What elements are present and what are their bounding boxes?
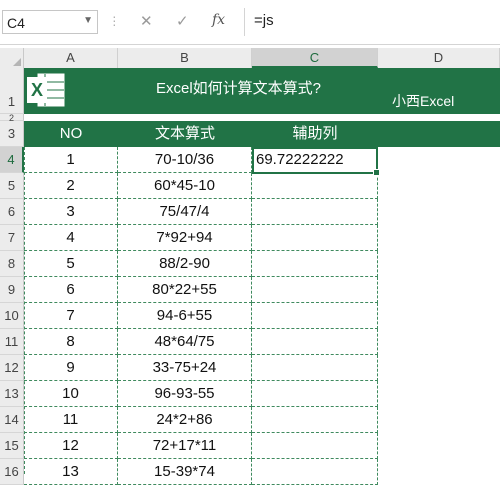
spacer-row: [24, 114, 500, 121]
drag-handle-icon[interactable]: · · ·: [112, 9, 118, 31]
column-header-a[interactable]: A: [24, 48, 118, 68]
name-box[interactable]: C4 ▼: [2, 10, 98, 34]
row-header-15[interactable]: 15: [0, 433, 24, 459]
table-cell-no[interactable]: 9: [24, 355, 118, 381]
row-header-1[interactable]: 1: [0, 68, 24, 114]
row-header-5[interactable]: 5: [0, 173, 24, 199]
table-cell-expr[interactable]: 72+17*11: [118, 433, 252, 459]
table-cell-helper[interactable]: [252, 381, 378, 407]
row-header-6[interactable]: 6: [0, 199, 24, 225]
row-header-14[interactable]: 14: [0, 407, 24, 433]
table-cell-no[interactable]: 5: [24, 251, 118, 277]
table-cell-expr[interactable]: 48*64/75: [118, 329, 252, 355]
table-cell-helper[interactable]: [252, 329, 378, 355]
row-header-11[interactable]: 11: [0, 329, 24, 355]
table-cell-helper[interactable]: [252, 303, 378, 329]
table-cell-expr[interactable]: 15-39*74: [118, 459, 252, 485]
table-cell-no[interactable]: 1: [24, 147, 118, 173]
table-cell-helper[interactable]: [252, 459, 378, 485]
table-cell-no[interactable]: 12: [24, 433, 118, 459]
table-cell-no[interactable]: 13: [24, 459, 118, 485]
table-cell-no[interactable]: 11: [24, 407, 118, 433]
close-icon[interactable]: ✕: [140, 12, 153, 30]
row-header-9[interactable]: 9: [0, 277, 24, 303]
formula-bar-divider: [244, 8, 245, 36]
header-text-formula[interactable]: 文本算式: [118, 121, 252, 147]
table-cell-no[interactable]: 3: [24, 199, 118, 225]
row-header-12[interactable]: 12: [0, 355, 24, 381]
row-header-8[interactable]: 8: [0, 251, 24, 277]
table-cell-expr[interactable]: 96-93-55: [118, 381, 252, 407]
table-cell-expr[interactable]: 60*45-10: [118, 173, 252, 199]
table-cell-expr[interactable]: 75/47/4: [118, 199, 252, 225]
check-icon[interactable]: ✓: [176, 12, 189, 30]
column-header-d[interactable]: D: [378, 48, 500, 68]
header-helper-column[interactable]: 辅助列: [252, 121, 378, 147]
table-left-border: [24, 147, 25, 474]
column-header-b[interactable]: B: [118, 48, 252, 68]
table-cell-no[interactable]: 6: [24, 277, 118, 303]
formula-bar: C4 ▼ · · · ✕ ✓ fx =js: [0, 0, 500, 45]
table-cell-expr[interactable]: 24*2+86: [118, 407, 252, 433]
table-cell-helper[interactable]: [252, 277, 378, 303]
table-cell-helper[interactable]: [252, 173, 378, 199]
row-header-2[interactable]: 2: [0, 114, 24, 123]
name-box-value: C4: [7, 15, 25, 31]
table-cell-expr[interactable]: 33-75+24: [118, 355, 252, 381]
formula-input[interactable]: =js: [254, 12, 274, 29]
table-cell-expr[interactable]: 88/2-90: [118, 251, 252, 277]
table-cell-helper[interactable]: [252, 251, 378, 277]
column-header-c[interactable]: C: [252, 48, 378, 68]
table-cell-expr[interactable]: 70-10/36: [118, 147, 252, 173]
table-cell-expr[interactable]: 7*92+94: [118, 225, 252, 251]
table-cell-helper[interactable]: [252, 225, 378, 251]
row-header-10[interactable]: 10: [0, 303, 24, 329]
row-header-7[interactable]: 7: [0, 225, 24, 251]
header-no[interactable]: NO: [24, 121, 118, 147]
table-cell-no[interactable]: 2: [24, 173, 118, 199]
table-cell-helper[interactable]: [252, 407, 378, 433]
table-cell-expr[interactable]: 94-6+55: [118, 303, 252, 329]
table-cell-no[interactable]: 7: [24, 303, 118, 329]
svg-text:X: X: [31, 80, 43, 100]
select-all-button[interactable]: [0, 48, 24, 68]
row-header-16[interactable]: 16: [0, 459, 24, 485]
sheet-title: Excel如何计算文本算式?: [156, 80, 322, 97]
table-cell-no[interactable]: 10: [24, 381, 118, 407]
table-cell-no[interactable]: 8: [24, 329, 118, 355]
chevron-down-icon[interactable]: ▼: [83, 15, 93, 26]
row-header-13[interactable]: 13: [0, 381, 24, 407]
column-header-bar: ABCD: [0, 48, 500, 69]
excel-logo-icon: X: [27, 73, 65, 107]
table-cell-expr[interactable]: 80*22+55: [118, 277, 252, 303]
cell-c4-value[interactable]: 69.72222222: [256, 147, 344, 173]
table-cell-helper[interactable]: [252, 199, 378, 225]
table-cell-no[interactable]: 4: [24, 225, 118, 251]
table-cell-helper[interactable]: [252, 355, 378, 381]
table-cell-helper[interactable]: [252, 433, 378, 459]
row-header-4[interactable]: 4: [0, 147, 24, 173]
brand-label: 小西Excel: [392, 93, 455, 109]
insert-function-icon[interactable]: fx: [212, 12, 225, 28]
row-header-3[interactable]: 3: [0, 121, 24, 147]
